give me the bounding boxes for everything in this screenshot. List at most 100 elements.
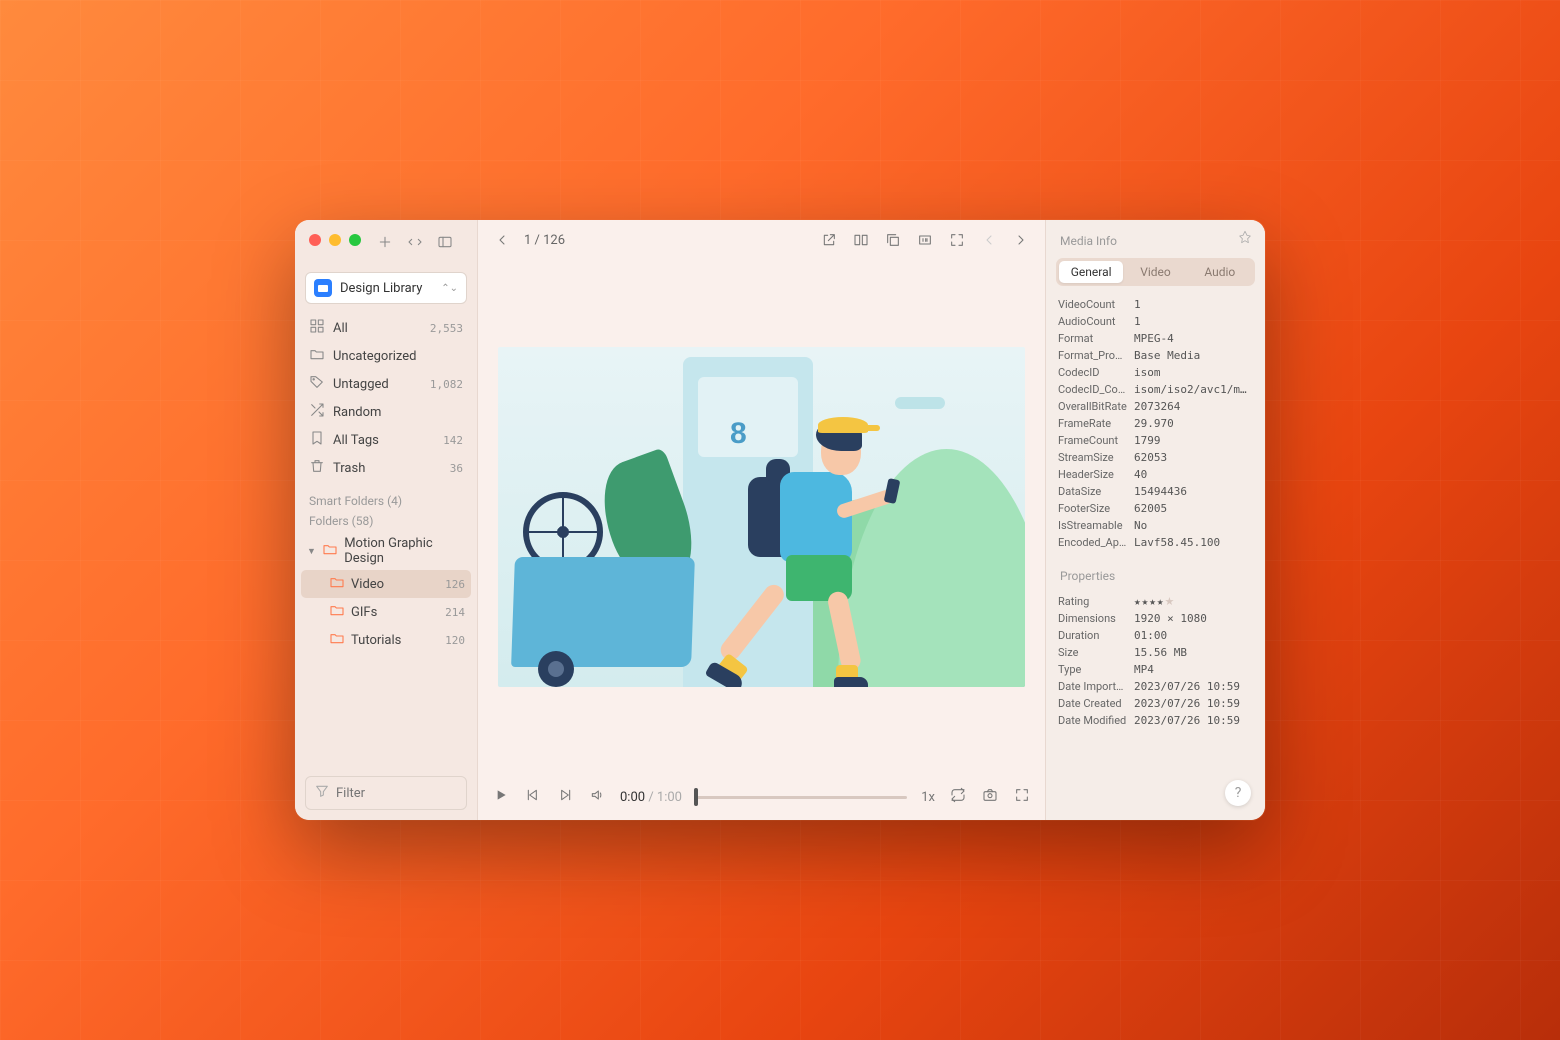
chevron-updown-icon: ⌃⌄ (441, 283, 458, 294)
seek-slider[interactable] (696, 796, 907, 799)
zoom-window-button[interactable] (349, 234, 361, 246)
folder-icon (329, 602, 345, 622)
open-external-icon[interactable] (819, 230, 839, 250)
folder-label: GIFs (351, 605, 377, 620)
prop-key: Date Created (1058, 697, 1128, 710)
prop-value: 2023/07/26 10:59 (1134, 697, 1253, 710)
next-item-button[interactable] (1011, 230, 1031, 250)
nav-trash[interactable]: Trash 36 (303, 454, 469, 482)
smart-folders-header[interactable]: Smart Folders (4) (295, 484, 477, 512)
library-name: Design Library (340, 281, 422, 296)
nav-count: 36 (450, 462, 463, 475)
playback-speed[interactable]: 1x (921, 790, 935, 805)
nav-random[interactable]: Random (303, 398, 469, 426)
snapshot-button[interactable] (981, 787, 999, 807)
info-row: StreamSize62053 (1058, 449, 1253, 466)
disclosure-triangle-icon[interactable]: ▼ (307, 546, 316, 557)
info-row: Encoded_Ap…Lavf58.45.100 (1058, 534, 1253, 551)
nav-list: All 2,553 Uncategorized Untagged 1,082 R… (295, 312, 477, 484)
prop-key: Duration (1058, 629, 1128, 642)
close-window-button[interactable] (309, 234, 321, 246)
media-viewer[interactable] (478, 260, 1045, 774)
folder-label: Motion Graphic Design (344, 536, 465, 566)
item-position: 1 / 126 (524, 233, 565, 248)
info-value: MPEG-4 (1134, 332, 1253, 345)
info-key: DataSize (1058, 485, 1128, 498)
info-value: Lavf58.45.100 (1134, 536, 1253, 549)
library-selector[interactable]: Design Library ⌃⌄ (305, 272, 467, 304)
nav-count: 2,553 (430, 322, 463, 335)
properties-header: Properties (1046, 565, 1265, 593)
folder-count: 214 (445, 606, 465, 619)
pin-icon[interactable] (1237, 230, 1253, 250)
info-key: Format_Profile (1058, 349, 1128, 362)
minimize-window-button[interactable] (329, 234, 341, 246)
nav-label: Trash (333, 461, 365, 476)
fit-icon[interactable] (947, 230, 967, 250)
folder-video[interactable]: Video 126 (301, 570, 471, 598)
transfer-icon[interactable] (407, 234, 423, 254)
nav-label: All Tags (333, 433, 379, 448)
prop-value: 2023/07/26 10:59 (1134, 680, 1253, 693)
prop-value: 1920 × 1080 (1134, 612, 1253, 625)
add-icon[interactable] (377, 234, 393, 254)
folder-icon (322, 541, 338, 561)
back-button[interactable] (492, 230, 512, 250)
tab-audio[interactable]: Audio (1188, 261, 1252, 283)
nav-label: Untagged (333, 377, 389, 392)
duplicate-icon[interactable] (883, 230, 903, 250)
folder-tutorials[interactable]: Tutorials 120 (301, 626, 471, 654)
loop-button[interactable] (949, 787, 967, 807)
prop-value: 01:00 (1134, 629, 1253, 642)
nav-alltags[interactable]: All Tags 142 (303, 426, 469, 454)
properties-list: Rating★★★★★ Dimensions1920 × 1080 Durati… (1046, 593, 1265, 743)
help-button[interactable]: ? (1225, 780, 1251, 806)
library-icon (314, 279, 332, 297)
info-key: FrameCount (1058, 434, 1128, 447)
fullscreen-button[interactable] (1013, 787, 1031, 807)
next-frame-button[interactable] (556, 787, 574, 807)
folders-header[interactable]: Folders (58) (295, 512, 477, 532)
sidebar-toggle-icon[interactable] (437, 234, 453, 254)
grid-icon (309, 318, 325, 338)
info-value: Base Media (1134, 349, 1253, 362)
folder-icon (329, 574, 345, 594)
info-value: No (1134, 519, 1253, 532)
nav-uncategorized[interactable]: Uncategorized (303, 342, 469, 370)
filter-field[interactable] (305, 776, 467, 810)
info-value: 15494436 (1134, 485, 1253, 498)
rating-stars[interactable]: ★★★★★ (1134, 595, 1253, 608)
prev-frame-button[interactable] (524, 787, 542, 807)
tag-icon (309, 374, 325, 394)
prev-item-button[interactable] (979, 230, 999, 250)
video-preview-frame (498, 347, 1025, 687)
actual-size-icon[interactable] (915, 230, 935, 250)
info-value: 62053 (1134, 451, 1253, 464)
viewer-toolbar: 1 / 126 (478, 220, 1045, 260)
tab-general[interactable]: General (1059, 261, 1123, 283)
nav-count: 1,082 (430, 378, 463, 391)
info-value: 1 (1134, 298, 1253, 311)
compare-icon[interactable] (851, 230, 871, 250)
nav-untagged[interactable]: Untagged 1,082 (303, 370, 469, 398)
folder-motion-graphic-design[interactable]: ▼ Motion Graphic Design (301, 532, 471, 570)
prop-value: MP4 (1134, 663, 1253, 676)
info-key: CodecID (1058, 366, 1128, 379)
info-row: IsStreamableNo (1058, 517, 1253, 534)
info-key: CodecID_Co… (1058, 383, 1128, 396)
prop-value: 15.56 MB (1134, 646, 1253, 659)
play-button[interactable] (492, 787, 510, 807)
prop-key: Size (1058, 646, 1128, 659)
tab-video[interactable]: Video (1123, 261, 1187, 283)
info-value: 1799 (1134, 434, 1253, 447)
nav-count: 142 (443, 434, 463, 447)
app-window: Design Library ⌃⌄ All 2,553 Uncategorize… (295, 220, 1265, 820)
info-row: HeaderSize40 (1058, 466, 1253, 483)
seek-thumb[interactable] (694, 788, 698, 806)
general-info-list: VideoCount1AudioCount1FormatMPEG-4Format… (1046, 296, 1265, 565)
volume-button[interactable] (588, 787, 606, 807)
info-key: OverallBitRate (1058, 400, 1128, 413)
folder-gifs[interactable]: GIFs 214 (301, 598, 471, 626)
prop-key: Rating (1058, 595, 1128, 608)
nav-all[interactable]: All 2,553 (303, 314, 469, 342)
